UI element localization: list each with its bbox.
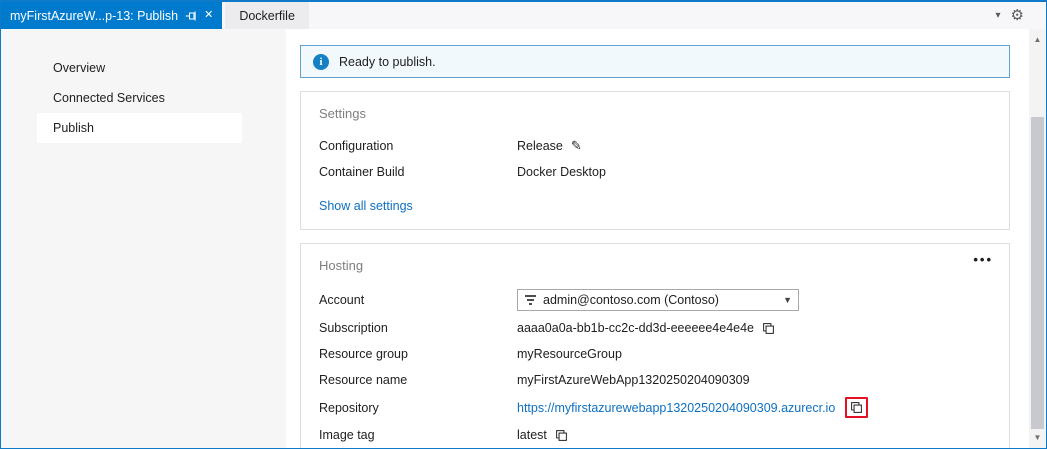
status-banner: i Ready to publish. [300, 45, 1010, 78]
publish-sidebar: Overview Connected Services Publish [1, 29, 286, 448]
configuration-value: Release [517, 139, 563, 153]
hosting-menu-button[interactable]: ••• [973, 252, 993, 267]
sidebar-item-publish[interactable]: Publish [37, 113, 242, 143]
chevron-down-icon: ▼ [783, 295, 792, 305]
image-tag-label: Image tag [319, 428, 517, 442]
copy-repository-icon[interactable] [850, 401, 863, 414]
account-filter-icon [524, 295, 536, 305]
hosting-card: ••• Hosting Account admin@contoso.com (C… [300, 243, 1010, 448]
tab-publish[interactable]: myFirstAzureW...p-13: Publish ✕ [1, 2, 222, 29]
sidebar-item-connected-services[interactable]: Connected Services [37, 83, 242, 113]
info-icon: i [313, 54, 329, 70]
account-row: Account admin@contoso.com (Contoso) ▼ [319, 289, 991, 311]
document-tab-bar: myFirstAzureW...p-13: Publish ✕ Dockerfi… [1, 2, 1046, 29]
scroll-down-icon[interactable]: ▼ [1029, 429, 1046, 446]
scroll-up-icon[interactable]: ▲ [1029, 31, 1046, 48]
close-icon[interactable]: ✕ [204, 10, 213, 21]
resource-group-value: myResourceGroup [517, 347, 622, 361]
image-tag-row: Image tag latest [319, 426, 991, 444]
resource-name-label: Resource name [319, 373, 517, 387]
status-banner-text: Ready to publish. [339, 55, 436, 69]
copy-subscription-icon[interactable] [762, 322, 775, 335]
subscription-value: aaaa0a0a-bb1b-cc2c-dd3d-eeeeee4e4e4e [517, 321, 754, 335]
show-all-settings-link[interactable]: Show all settings [319, 199, 413, 213]
account-dropdown[interactable]: admin@contoso.com (Contoso) ▼ [517, 289, 799, 311]
configuration-row: Configuration Release ✎ [319, 137, 991, 155]
publish-main-panel: i Ready to publish. Settings Configurati… [286, 29, 1029, 448]
tab-publish-label: myFirstAzureW...p-13: Publish [10, 9, 178, 23]
copy-image-tag-icon[interactable] [555, 429, 568, 442]
resource-name-row: Resource name myFirstAzureWebApp13202502… [319, 371, 991, 389]
resource-group-row: Resource group myResourceGroup [319, 345, 991, 363]
repository-label: Repository [319, 401, 517, 415]
configuration-label: Configuration [319, 139, 517, 153]
sidebar-item-connected-services-label: Connected Services [53, 91, 165, 105]
annotation-highlight-box [845, 397, 868, 418]
account-dropdown-value: admin@contoso.com (Contoso) [543, 293, 719, 307]
repository-row: Repository https://myfirstazurewebapp132… [319, 397, 991, 418]
sidebar-item-overview[interactable]: Overview [37, 53, 242, 83]
scrollbar-thumb[interactable] [1031, 117, 1044, 429]
sidebar-item-overview-label: Overview [53, 61, 105, 75]
tab-list-dropdown-icon[interactable]: ▾ [996, 10, 1001, 21]
container-build-value: Docker Desktop [517, 165, 606, 179]
settings-card: Settings Configuration Release ✎ Contain… [300, 91, 1010, 230]
vs-publish-window: myFirstAzureW...p-13: Publish ✕ Dockerfi… [0, 0, 1047, 449]
settings-title: Settings [319, 106, 991, 121]
gear-icon[interactable]: ⚙ [1011, 8, 1024, 23]
edit-icon[interactable]: ✎ [571, 138, 582, 154]
hosting-title: Hosting [319, 258, 991, 273]
container-build-label: Container Build [319, 165, 517, 179]
resource-name-value: myFirstAzureWebApp1320250204090309 [517, 373, 750, 387]
pin-icon[interactable] [185, 10, 197, 22]
resource-group-label: Resource group [319, 347, 517, 361]
tab-dockerfile-label: Dockerfile [239, 9, 295, 23]
subscription-label: Subscription [319, 321, 517, 335]
image-tag-value: latest [517, 428, 547, 442]
vertical-scrollbar[interactable]: ▲ ▼ [1029, 29, 1046, 448]
repository-link[interactable]: https://myfirstazurewebapp13202502040903… [517, 401, 835, 415]
account-label: Account [319, 293, 517, 307]
container-build-row: Container Build Docker Desktop [319, 163, 991, 181]
tab-dockerfile[interactable]: Dockerfile [225, 2, 309, 29]
subscription-row: Subscription aaaa0a0a-bb1b-cc2c-dd3d-eee… [319, 319, 991, 337]
sidebar-item-publish-label: Publish [53, 121, 94, 135]
